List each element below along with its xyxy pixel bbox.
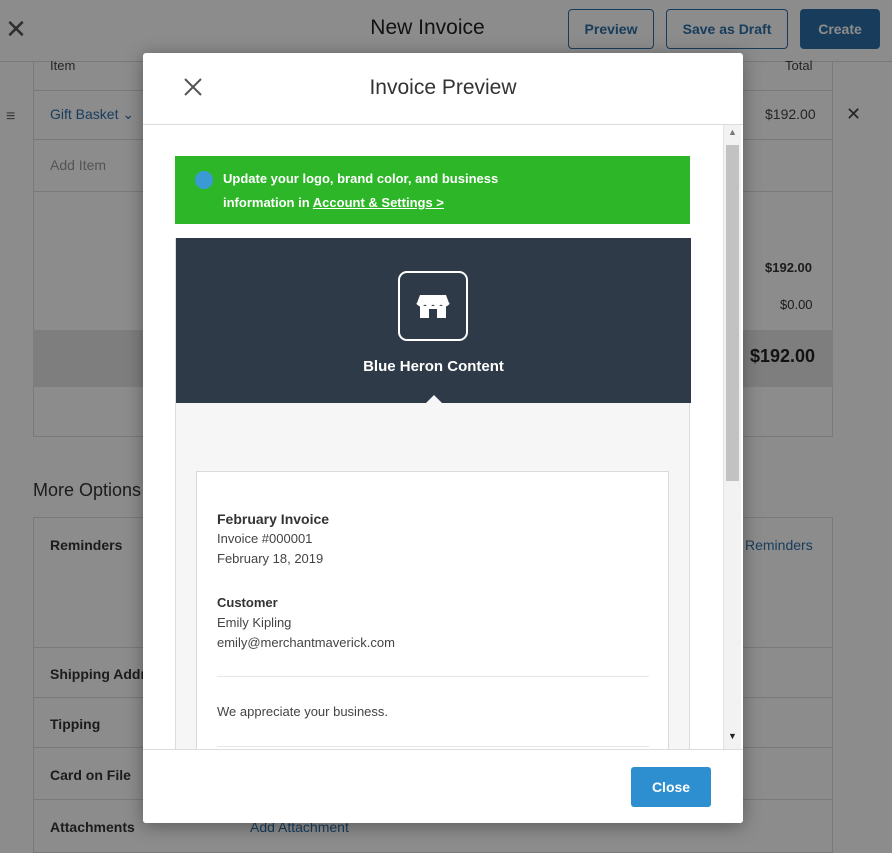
info-dot-icon: [195, 171, 213, 189]
invoice-card: February Invoice Invoice #000001 Februar…: [196, 471, 669, 749]
card-divider: [217, 746, 649, 747]
customer-email: emily@merchantmaverick.com: [217, 635, 395, 650]
invoice-preview: Blue Heron Content February Invoice Invo…: [175, 238, 691, 749]
modal-header: Invoice Preview: [143, 53, 743, 125]
scroll-up-arrow-icon[interactable]: ▲: [728, 127, 737, 137]
scroll-down-arrow-icon[interactable]: ▼: [728, 731, 737, 741]
invoice-preview-modal: Invoice Preview Update your logo, brand …: [143, 53, 743, 823]
invoice-number: Invoice #000001: [217, 531, 313, 546]
store-logo-icon: [398, 271, 468, 341]
modal-scrollbar[interactable]: ▲ ▼: [723, 125, 741, 749]
invoice-title: February Invoice: [217, 511, 330, 527]
modal-footer: Close: [143, 749, 743, 823]
storefront-icon: [416, 295, 450, 318]
scroll-thumb[interactable]: [726, 145, 739, 481]
card-divider: [217, 676, 649, 677]
header-notch: [424, 395, 444, 405]
close-button[interactable]: Close: [631, 767, 711, 807]
customer-label: Customer: [217, 595, 278, 610]
account-settings-link[interactable]: Account & Settings >: [313, 195, 444, 210]
banner-line-2-text: information in: [223, 195, 313, 210]
invoice-date: February 18, 2019: [217, 551, 324, 566]
customer-name: Emily Kipling: [217, 615, 292, 630]
invoice-message: We appreciate your business.: [217, 704, 389, 719]
settings-banner: Update your logo, brand color, and busin…: [175, 156, 690, 224]
modal-title: Invoice Preview: [369, 76, 517, 99]
modal-body: Update your logo, brand color, and busin…: [143, 125, 743, 749]
business-header: Blue Heron Content: [176, 238, 691, 405]
banner-line-1: Update your logo, brand color, and busin…: [223, 171, 499, 186]
banner-line-2: information in Account & Settings >: [223, 195, 444, 210]
business-name: Blue Heron Content: [363, 358, 504, 375]
